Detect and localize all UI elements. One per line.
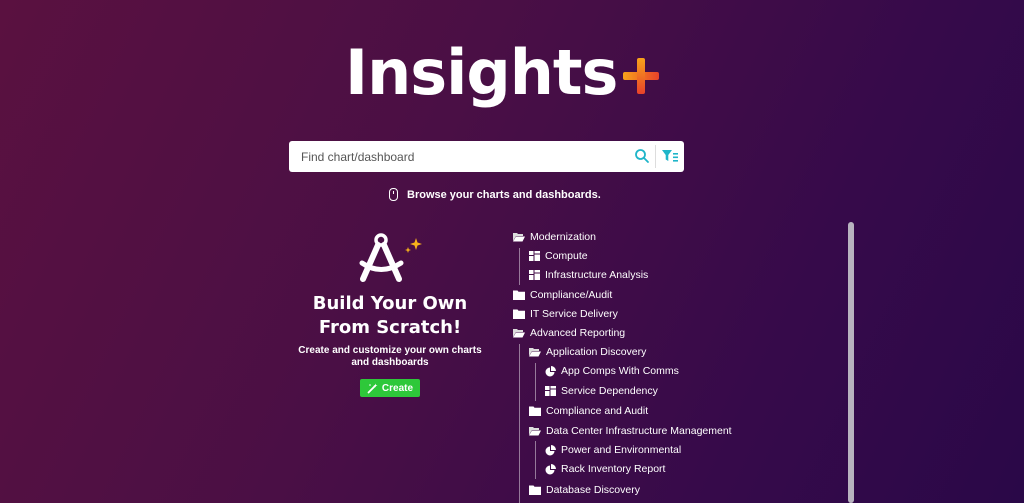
tree-label: Application Discovery — [546, 346, 647, 358]
insights-logo: Insights — [345, 36, 660, 109]
create-button[interactable]: Create — [359, 379, 421, 397]
plus-icon — [623, 58, 660, 94]
build-title-line1: Build Your Own — [312, 293, 468, 314]
tree-chart[interactable]: Rack Inventory Report — [545, 460, 665, 478]
build-description: Create and customize your own charts and… — [298, 345, 482, 368]
tree-dashboard[interactable]: Compute — [529, 247, 588, 265]
tree-folder[interactable]: Compliance/Audit — [513, 286, 612, 304]
tree-folder[interactable]: Application Discovery — [529, 343, 646, 361]
folder-open-icon — [529, 427, 541, 436]
tree-label: App Comps With Comms — [561, 365, 679, 377]
tree-label: Compliance/Audit — [530, 289, 613, 301]
pie-chart-icon — [545, 365, 556, 376]
tree-label: IT Service Delivery — [530, 308, 618, 320]
tree-label: Infrastructure Analysis — [545, 269, 649, 281]
folder-open-icon — [529, 348, 541, 357]
pie-chart-icon — [545, 463, 556, 474]
mouse-icon — [389, 188, 398, 201]
logo-text: Insights — [345, 36, 618, 109]
tree-guide-line — [535, 363, 536, 401]
drafting-compass-icon — [359, 233, 422, 282]
folder-open-icon — [513, 329, 525, 338]
folder-open-icon — [513, 233, 525, 242]
tree-folder[interactable]: Modernization — [513, 228, 596, 246]
tree-folder[interactable]: Database Discovery — [529, 481, 640, 499]
tree-guide-line — [519, 248, 520, 285]
tree-label: Database Discovery — [546, 484, 640, 496]
dashboard-icon — [529, 270, 540, 280]
tree-label: Modernization — [530, 231, 596, 243]
dashboard-icon — [545, 386, 556, 396]
build-title: Build Your Own From Scratch! — [290, 292, 490, 340]
tree-folder[interactable]: Compliance and Audit — [529, 402, 648, 420]
tree-folder[interactable]: Data Center Infrastructure Management — [529, 422, 732, 440]
tree-label: Rack Inventory Report — [561, 463, 666, 475]
filter-icon[interactable] — [661, 148, 679, 164]
search-icon[interactable] — [634, 148, 650, 164]
create-label: Create — [381, 382, 414, 394]
tree-label: Compliance and Audit — [546, 405, 649, 417]
dashboard-icon — [529, 251, 540, 261]
folder-icon — [529, 406, 541, 416]
browse-hint: Browse your charts and dashboards. — [389, 188, 601, 201]
tree-dashboard[interactable]: Service Dependency — [545, 382, 658, 400]
tree-guide-line — [519, 344, 520, 503]
browse-text: Browse your charts and dashboards. — [407, 188, 601, 201]
tree-chart[interactable]: Power and Environmental — [545, 441, 681, 459]
build-title-line2: From Scratch! — [318, 317, 462, 338]
tree-dashboard[interactable]: Infrastructure Analysis — [529, 266, 648, 284]
build-panel: Build Your Own From Scratch! Create and … — [290, 232, 490, 399]
folder-icon — [529, 485, 541, 495]
tree-label: Service Dependency — [561, 385, 658, 397]
scrollbar-thumb[interactable] — [848, 222, 854, 503]
tree-guide-line — [535, 441, 536, 479]
magic-wand-icon — [367, 383, 378, 393]
tree-label: Data Center Infrastructure Management — [546, 425, 732, 437]
tree-folder[interactable]: IT Service Delivery — [513, 305, 618, 323]
tree-label: Power and Environmental — [561, 444, 682, 456]
search-input[interactable] — [289, 141, 629, 172]
search-divider — [655, 145, 656, 168]
pie-chart-icon — [545, 444, 556, 455]
folder-icon — [513, 309, 525, 319]
tree-label: Compute — [545, 250, 588, 262]
folder-icon — [513, 290, 525, 300]
tree-chart[interactable]: App Comps With Comms — [545, 362, 679, 380]
tree-folder[interactable]: Advanced Reporting — [513, 324, 625, 342]
search-bar — [289, 141, 684, 172]
tree-label: Advanced Reporting — [530, 327, 626, 339]
